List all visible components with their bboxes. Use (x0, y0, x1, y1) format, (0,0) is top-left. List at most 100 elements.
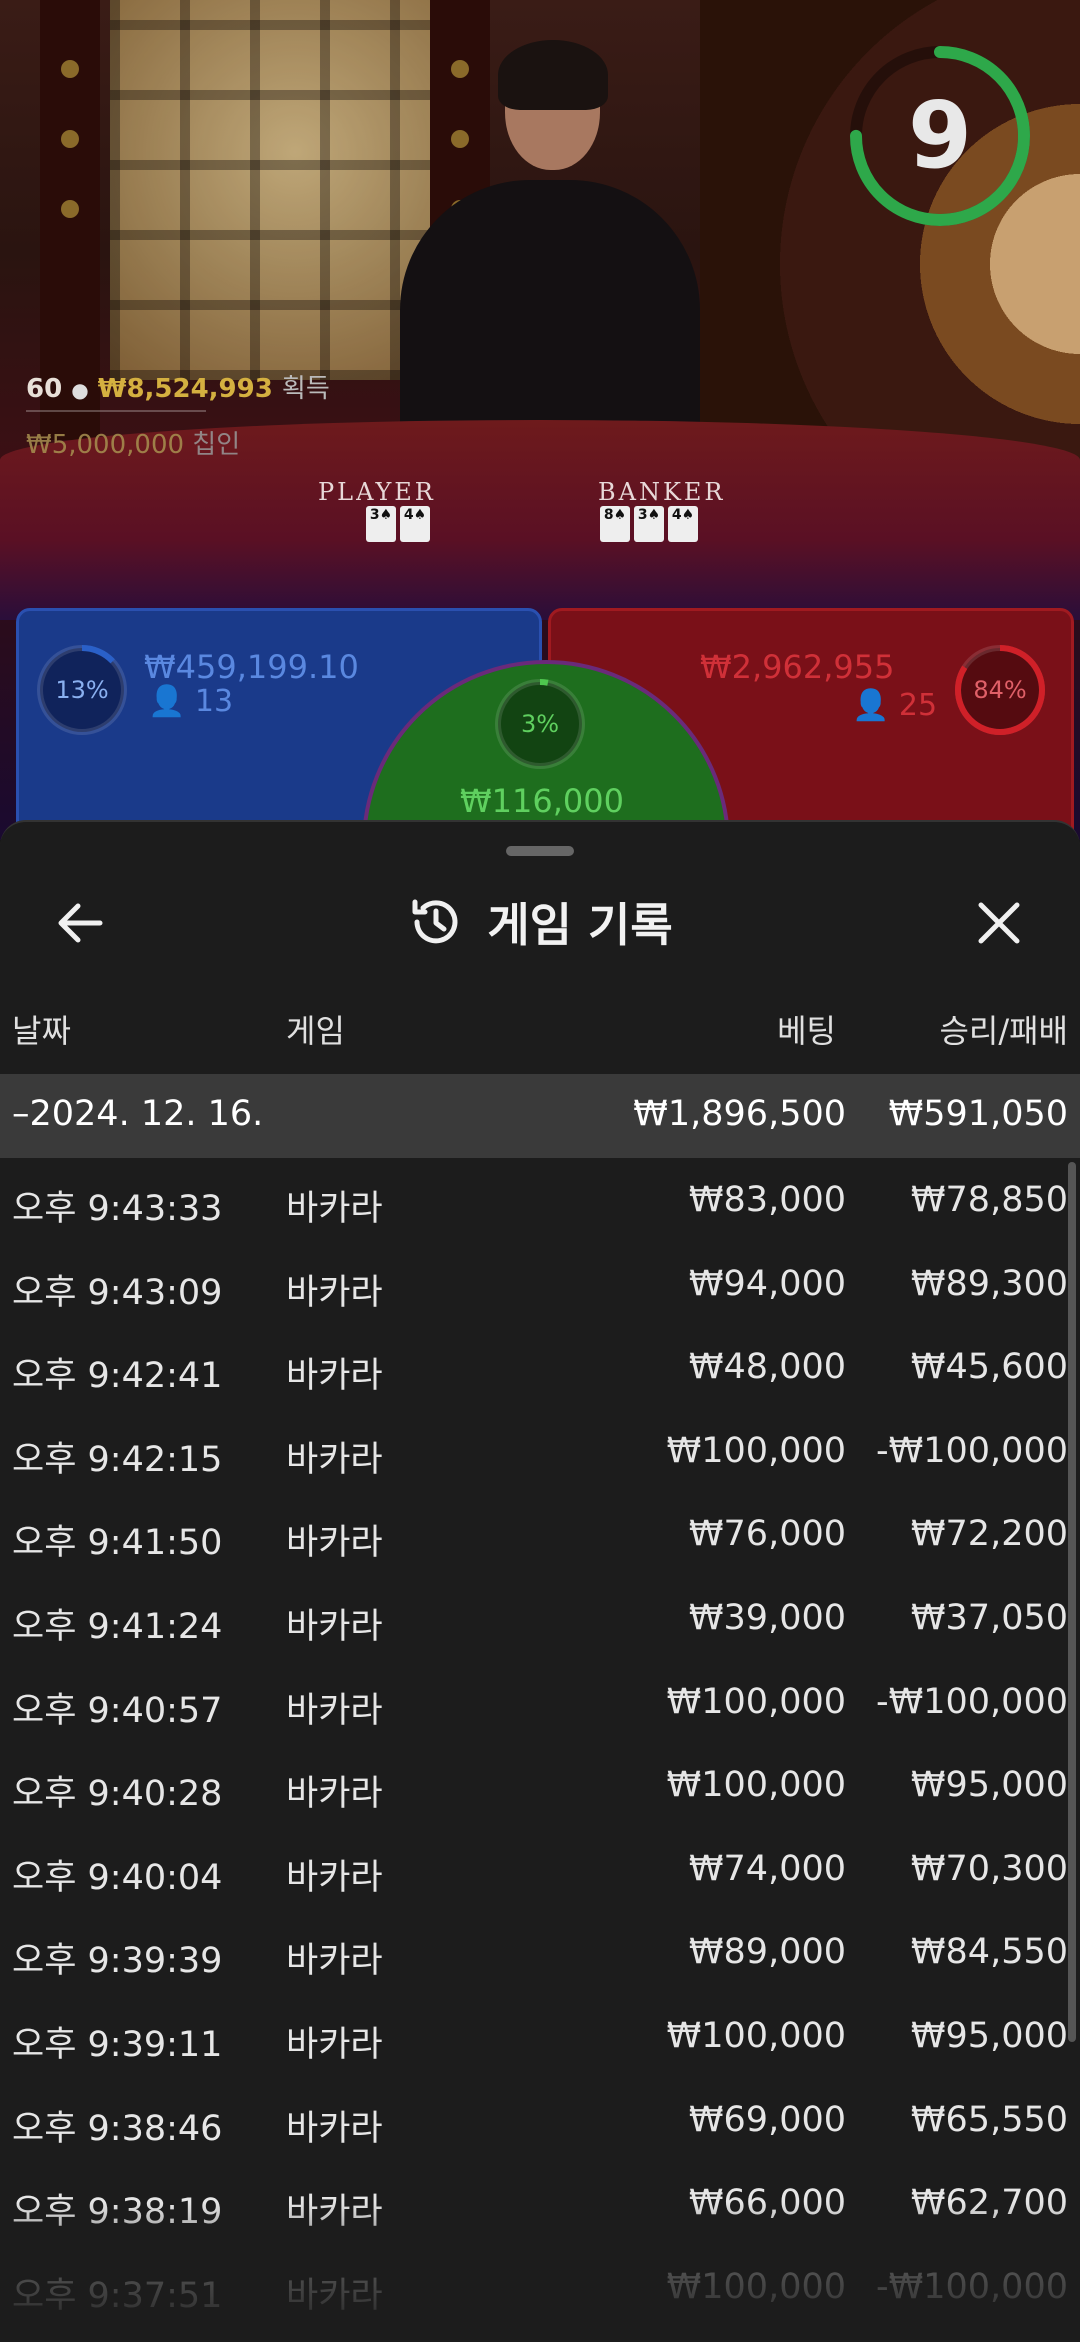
table-row[interactable]: 오후 9:40:57 바카라 ₩100,000 -₩100,000 (0, 1660, 1068, 1744)
row-result: ₩72,200 (910, 1514, 1068, 1555)
row-bet: ₩66,000 (688, 2183, 846, 2224)
stud (61, 130, 79, 148)
group-total-bet: ₩1,896,500 (633, 1094, 846, 1134)
column-bet: 베팅 (777, 1012, 836, 1050)
row-time: 오후 9:38:19 (12, 2192, 223, 2233)
player-bettors: 👤 13 (148, 684, 233, 719)
row-time: 오후 9:40:28 (12, 1774, 223, 1815)
row-bet: ₩89,000 (688, 1932, 846, 1973)
row-time: 오후 9:37:51 (12, 2275, 223, 2316)
game-history-sheet: 게임 기록 날짜 게임 베팅 승리/패배 –2024. 12. 16. ₩1,8… (0, 820, 1080, 2342)
table-row[interactable]: 오후 9:41:50 바카라 ₩76,000 ₩72,200 (0, 1492, 1068, 1576)
stud (61, 200, 79, 218)
row-time: 오후 9:42:15 (12, 1439, 223, 1480)
row-game: 바카라 (286, 2108, 383, 2149)
row-time: 오후 9:39:11 (12, 2024, 223, 2065)
sheet-header: 게임 기록 (0, 882, 1080, 962)
table-row[interactable]: 오후 9:43:09 바카라 ₩94,000 ₩89,300 (0, 1242, 1068, 1326)
player-cards: 3♠ 4♠ (366, 506, 430, 542)
column-result: 승리/패배 (939, 1012, 1068, 1050)
row-time: 오후 9:41:50 (12, 1523, 223, 1564)
row-result: ₩78,850 (910, 1180, 1068, 1220)
row-bet: ₩100,000 (666, 1681, 846, 1722)
player-percent: 13% (55, 676, 109, 704)
table-row[interactable]: 오후 9:39:39 바카라 ₩89,000 ₩84,550 (0, 1910, 1068, 1994)
banker-bettors: 👤 25 (852, 688, 937, 723)
sheet-title: 게임 기록 (487, 898, 673, 952)
table-row[interactable]: 오후 9:41:24 바카라 ₩39,000 ₩37,050 (0, 1576, 1068, 1660)
table-row[interactable]: 오후 9:38:19 바카라 ₩66,000 ₩62,700 (0, 2161, 1068, 2245)
row-game: 바카라 (286, 1523, 383, 1564)
row-bet: ₩69,000 (688, 2099, 846, 2140)
table-row[interactable]: 오후 9:38:46 바카라 ₩69,000 ₩65,550 (0, 2078, 1068, 2162)
table-header: 날짜 게임 베팅 승리/패배 (0, 1002, 1080, 1052)
tie-bet-amount: ₩116,000 (460, 782, 624, 820)
wagered-stats: ₩5,000,000 칩인 (26, 424, 240, 461)
dealer (400, 40, 700, 470)
scrollbar[interactable] (1068, 1162, 1076, 2042)
close-icon[interactable] (964, 888, 1034, 958)
row-game: 바카라 (286, 1941, 383, 1982)
player-label: PLAYER (318, 478, 436, 506)
person-icon: 👤 (852, 688, 890, 723)
row-bet: ₩76,000 (688, 1514, 846, 1555)
row-game: 바카라 (286, 1189, 383, 1229)
row-result: ₩95,000 (910, 2015, 1068, 2056)
won-label: 획득 (281, 374, 330, 404)
row-result: ₩37,050 (910, 1597, 1068, 1638)
banker-bettor-count: 25 (898, 688, 938, 723)
row-bet: ₩100,000 (666, 2266, 846, 2307)
player-bettor-count: 13 (194, 684, 234, 719)
person-icon: ● (71, 378, 89, 402)
table-row[interactable]: 오후 9:37:51 바카라 ₩100,000 -₩100,000 (0, 2245, 1068, 2329)
row-result: ₩84,550 (910, 1932, 1068, 1973)
row-game: 바카라 (286, 1356, 383, 1397)
row-time: 오후 9:41:24 (12, 1606, 223, 1647)
won-amount: ₩8,524,993 (97, 374, 273, 404)
row-result: -₩100,000 (876, 1430, 1068, 1471)
row-game: 바카라 (286, 2275, 383, 2316)
group-total-result: ₩591,050 (888, 1094, 1068, 1134)
row-result: ₩45,600 (910, 1347, 1068, 1388)
row-game: 바카라 (286, 1606, 383, 1647)
row-game: 바카라 (286, 1439, 383, 1480)
round-stats: 60 ● ₩8,524,993 획득 (26, 368, 330, 405)
table-row[interactable]: 오후 9:43:33 바카라 ₩83,000 ₩78,850 (0, 1158, 1068, 1242)
row-bet: ₩100,000 (666, 1430, 846, 1471)
countdown-number: 9 (907, 82, 972, 189)
row-game: 바카라 (286, 1690, 383, 1731)
row-time: 오후 9:43:33 (12, 1189, 223, 1229)
row-bet: ₩100,000 (666, 1765, 846, 1806)
banker-label: BANKER (598, 478, 726, 506)
history-clock-icon (412, 899, 458, 944)
table-row[interactable]: 오후 9:40:28 바카라 ₩100,000 ₩95,000 (0, 1743, 1068, 1827)
row-result: ₩62,700 (910, 2183, 1068, 2224)
row-result: -₩100,000 (876, 2266, 1068, 2307)
sheet-drag-handle[interactable] (506, 846, 574, 856)
row-result: ₩89,300 (910, 1263, 1068, 1304)
row-result: ₩65,550 (910, 2099, 1068, 2140)
row-bet: ₩48,000 (688, 1347, 846, 1388)
row-time: 오후 9:43:09 (12, 1272, 223, 1313)
row-game: 바카라 (286, 2192, 383, 2233)
banker-bet-amount: ₩2,962,955 (700, 648, 895, 686)
column-date: 날짜 (12, 1012, 71, 1050)
tie-percent: 3% (520, 710, 560, 738)
history-list[interactable]: 오후 9:43:33 바카라 ₩83,000 ₩78,850 오후 9:43:0… (0, 1158, 1068, 2328)
row-bet: ₩100,000 (666, 2015, 846, 2056)
row-time: 오후 9:38:46 (12, 2108, 223, 2149)
player-count: 60 (26, 374, 63, 404)
row-time: 오후 9:39:39 (12, 1941, 223, 1982)
row-time: 오후 9:40:04 (12, 1857, 223, 1898)
banker-percent: 84% (973, 676, 1027, 704)
row-time: 오후 9:42:41 (12, 1356, 223, 1397)
table-row[interactable]: 오후 9:42:15 바카라 ₩100,000 -₩100,000 (0, 1409, 1068, 1493)
table-row[interactable]: 오후 9:39:11 바카라 ₩100,000 ₩95,000 (0, 1994, 1068, 2078)
table-row[interactable]: 오후 9:42:41 바카라 ₩48,000 ₩45,600 (0, 1325, 1068, 1409)
row-game: 바카라 (286, 2024, 383, 2065)
row-result: ₩70,300 (910, 1848, 1068, 1889)
date-group-header[interactable]: –2024. 12. 16. ₩1,896,500 ₩591,050 (0, 1074, 1080, 1158)
row-bet: ₩83,000 (688, 1180, 846, 1220)
table-row[interactable]: 오후 9:40:04 바카라 ₩74,000 ₩70,300 (0, 1827, 1068, 1911)
wagered-label: 칩인 (192, 430, 241, 460)
